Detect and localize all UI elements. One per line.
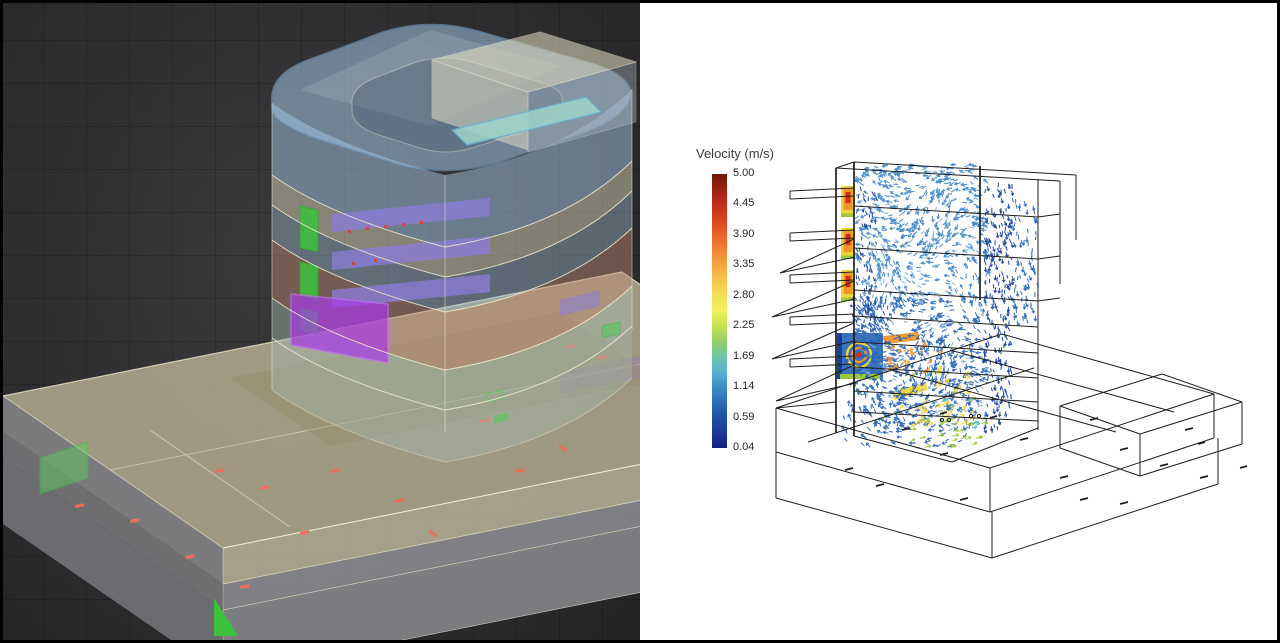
tower-building [272,24,636,462]
vector-arrows-midblue [854,164,990,304]
legend-tick: 2.80 [733,289,754,301]
legend-tick: 0.59 [733,411,754,423]
legend-title: Velocity (m/s) [696,146,786,161]
legend-tick: 1.14 [733,380,754,392]
comparison-figure: Velocity (m/s) 5.00 4.45 3.90 3.35 2.80 … [0,0,1280,643]
legend-tick: 0.04 [733,441,754,453]
legend-tick: 5.00 [733,167,754,179]
vector-field-arrows [842,164,1038,448]
cfd-result-viewport[interactable]: Velocity (m/s) 5.00 4.45 3.90 3.35 2.80 … [640,0,1280,643]
model-viewport-3d[interactable] [0,0,640,643]
legend-tick: 3.90 [733,228,754,240]
legend-tick: 2.25 [733,319,754,331]
velocity-legend: Velocity (m/s) 5.00 4.45 3.90 3.35 2.80 … [696,146,786,161]
legend-tick: 1.69 [733,350,754,362]
velocity-colorbar [712,174,727,448]
legend-tick: 4.45 [733,197,754,209]
legend-tick: 3.35 [733,258,754,270]
building-model-rendering [0,0,640,643]
